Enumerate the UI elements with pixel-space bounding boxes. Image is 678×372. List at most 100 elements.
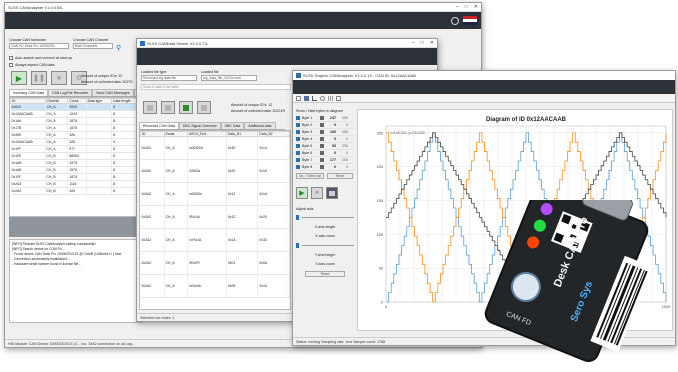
byte-checkbox[interactable] [296, 144, 300, 148]
table-row[interactable]: 0x1AB CH_B 1575 8 [10, 159, 142, 167]
close-icon[interactable]: ✕ [430, 40, 434, 46]
deselect-all-button[interactable]: De- / Select all [296, 173, 324, 179]
byte-checkbox[interactable] [296, 151, 300, 155]
stop-button[interactable]: ■ [51, 71, 67, 85]
table-row[interactable]: 0x2A2 CH_A \00\00z 0x20 0x15 [140, 159, 290, 183]
pause-button[interactable]: ❚❚ [31, 71, 47, 85]
globe-icon[interactable] [451, 16, 459, 25]
table-row[interactable]: 0x2A2 CH_A \R\x0F\ 0x01 0x0A [140, 251, 290, 275]
flag-icon[interactable] [463, 16, 477, 25]
byte-value: 247 [330, 116, 336, 120]
table-row[interactable]: 0x355 CH_A 326 8 [10, 131, 142, 139]
clear-button[interactable] [197, 101, 211, 114]
reset-axis-button[interactable]: Reset [305, 271, 345, 277]
slider-track[interactable] [302, 245, 354, 246]
filter-button[interactable] [179, 101, 193, 114]
table-row[interactable]: 0x2A3 CH_B 1116 8 [10, 180, 142, 188]
tab-send-can-messages[interactable]: Send CAN Messages [92, 89, 134, 96]
close-icon[interactable]: ✕ [474, 4, 478, 10]
hardware-select[interactable]: CAN FD Desk Pro 100002S1 [9, 43, 69, 49]
tab-dbc-data[interactable]: DBC Data [220, 122, 245, 129]
table-row[interactable]: 0x16A CH_A 1878 8 [10, 117, 142, 125]
byte-checkbox[interactable] [296, 137, 300, 141]
minimize-icon[interactable]: – [412, 40, 415, 46]
search-icon[interactable]: ⚲ [116, 44, 121, 52]
play-button[interactable]: ▶ [296, 187, 308, 199]
first-button[interactable] [143, 101, 157, 114]
play-icon: ▶ [299, 190, 305, 197]
stop-button[interactable]: ■ [311, 187, 323, 199]
table-cell: CH_A [164, 159, 189, 183]
loaded-file-type-field[interactable]: Recorded log data file [141, 75, 197, 81]
table-cell: 0x1FF [10, 145, 46, 153]
table-cell: CH_B [45, 152, 69, 160]
tab-recorded-can-data[interactable]: Recorded CAN Data [139, 122, 179, 129]
graphic-status-text: Status: running Sampling rate: 1ms Sampl… [296, 339, 386, 344]
open-icon[interactable] [296, 95, 301, 101]
byte-row: Byte 5 65 255 [296, 143, 354, 150]
auto-connect-checkbox[interactable] [9, 56, 13, 60]
byte-checkbox[interactable] [296, 158, 300, 162]
byte-checkbox[interactable] [296, 165, 300, 169]
viewer-header-band [137, 48, 437, 65]
next-button[interactable] [161, 101, 175, 114]
table-row[interactable]: 0x2A2 CH_A \x7f\x1A 0x1A 0x33 [140, 228, 290, 252]
slider-handle[interactable] [296, 215, 299, 220]
grid-icon[interactable] [328, 95, 333, 101]
tab-incoming-can-data[interactable]: Incoming CAN Data [9, 89, 48, 96]
table-cell: 0x16A [10, 117, 46, 125]
viewer-titlebar: SLSS CANData Viewer V1.0.0.T/L – □ ✕ [137, 39, 437, 48]
tab-additional-data[interactable]: Additional data [244, 122, 276, 129]
table-row[interactable]: 0x1FF CH_B 1878 8 [10, 173, 142, 181]
start-button[interactable]: ▶ [11, 71, 27, 85]
table-row[interactable]: 0x2A2 CH_A \x00\00e 0x12 0x1A [140, 182, 290, 206]
table-row[interactable]: 0x1AB CH_B 1575 8 [10, 166, 142, 174]
table-cell: CH_A [164, 136, 189, 160]
device-illustration: Desk CAN Pro Sero Sys CAN FD [484, 200, 653, 363]
table-cell: 0x12AACAAB [10, 110, 46, 118]
minimize-icon[interactable]: – [456, 4, 459, 10]
table-row[interactable]: 0x12AACAAB CH_A 326 8 [10, 138, 142, 146]
table-row[interactable]: 0x2A2 CH_A \R\x1A/0x1C 0x20 [140, 205, 290, 229]
show-hide-label: Show / Hide bytes in diagram [296, 109, 343, 113]
viewer-collected-label: Amount of collected data: 30221R [231, 109, 286, 113]
byte-checkbox[interactable] [296, 130, 300, 134]
table-row[interactable]: 0x2A2 CH_A \x00\00/e 0x1E 0x14 [140, 136, 290, 160]
table-row[interactable]: 0x17B CH_A 1878 8 [10, 124, 142, 132]
table-row[interactable]: 0x010 CH_A 2000 8 [10, 103, 142, 111]
table-row[interactable]: 0x1FF CH_A 977 8 [10, 145, 142, 153]
byte-value: 177 [330, 158, 336, 162]
table-row[interactable]: 0x2A2 CH_B 326 8 [10, 187, 142, 195]
tab-dbc-signal-overview[interactable]: DBC Signal Overview [178, 122, 221, 129]
export-icon[interactable] [336, 95, 341, 101]
byte-checkbox[interactable] [296, 116, 300, 120]
x-axis-length-label: X-axis length [314, 225, 336, 229]
loaded-file-field[interactable]: log_data_file_2023x.csdf [201, 75, 257, 81]
maximize-icon[interactable]: □ [421, 40, 424, 46]
byte-row: Byte 3 100 255 [296, 129, 354, 136]
table-search-input[interactable]: Search data in the table [141, 84, 291, 90]
byte-checkbox[interactable] [296, 123, 300, 127]
table-cell: CH_A [45, 110, 69, 118]
slider-track[interactable] [302, 217, 354, 218]
incoming-data-table-wrap: ID Channel Count Data type Data length 0… [9, 97, 143, 217]
table-row[interactable]: 0x12AACAAB CH_A 1243 8 [10, 110, 142, 118]
table-row[interactable]: 0x1FE CH_B 68083 8 [10, 152, 142, 160]
graphic-titlebar: SLSS Graphic CANAnalyser V1.0.0.13 - CAN… [293, 71, 675, 80]
reset-bytes-button[interactable]: Reset [327, 173, 353, 179]
table-cell: 0x1AB [10, 159, 46, 167]
save-icon[interactable] [304, 95, 309, 101]
desk-can-pro-device: Desk CAN Pro Sero Sys CAN FD [472, 200, 678, 372]
channel-select[interactable]: Both Channels [73, 43, 113, 49]
snapshot-button[interactable] [326, 187, 338, 199]
recorded-data-table: ID Kanal ASCII_Text Data_B1 Data_B2 0x2A… [140, 131, 290, 298]
zoom-icon[interactable] [320, 95, 325, 101]
always-expect-checkbox[interactable] [9, 63, 13, 67]
maximize-icon[interactable]: □ [465, 4, 468, 10]
tab-can-log-recorder[interactable]: CAN Log/File Recorder [47, 89, 93, 96]
slider-handle[interactable] [296, 243, 299, 248]
table-cell: 1575 [67, 159, 87, 167]
table-row[interactable]: 0x2A2 CH_A \x0\x0A\ 0x0E 0x16 [140, 274, 290, 298]
chart-icon[interactable] [312, 95, 317, 101]
y-tick-label: 250 [377, 131, 383, 135]
